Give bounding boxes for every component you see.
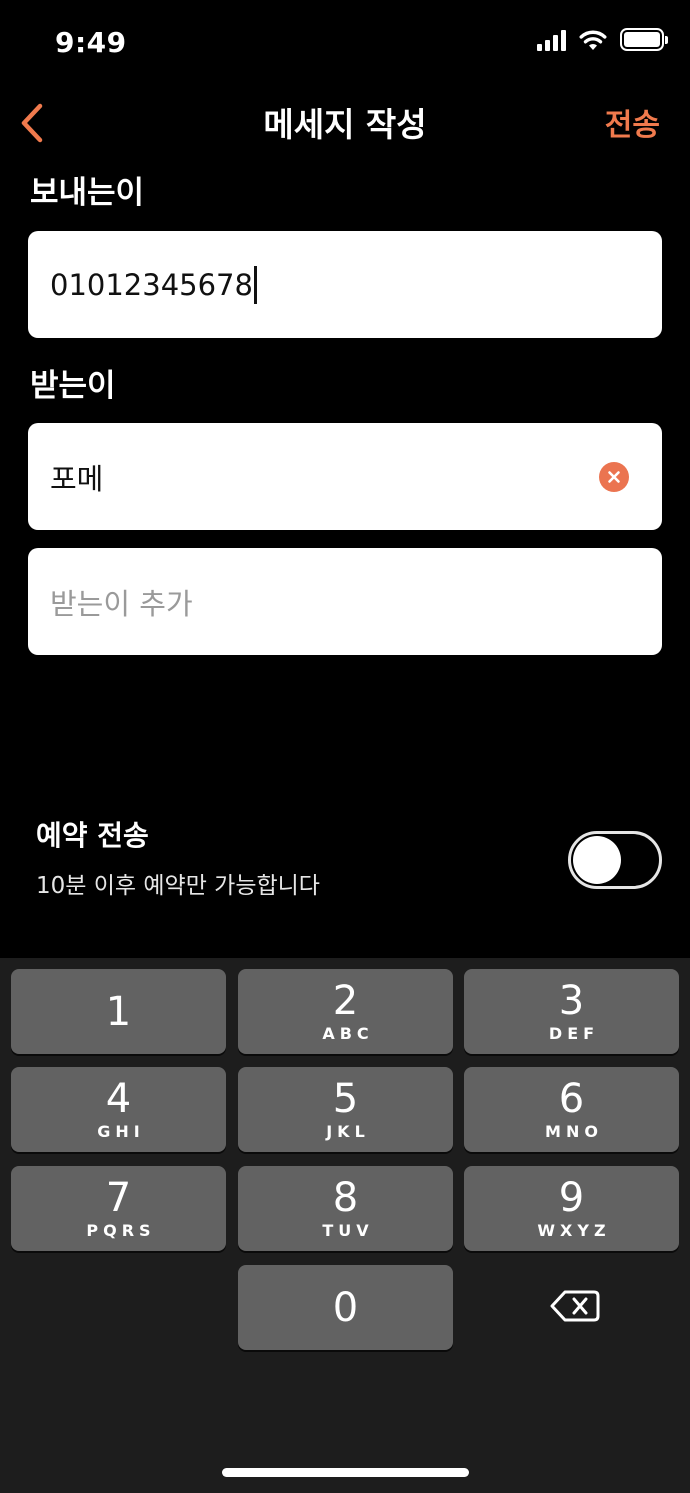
key-digit: 9: [558, 1175, 585, 1221]
battery-icon: [620, 28, 668, 51]
recipient-field[interactable]: 포메: [28, 423, 662, 530]
key-5[interactable]: 5 JKL: [238, 1067, 453, 1152]
cellular-signal-icon: [537, 29, 566, 51]
key-3[interactable]: 3 DEF: [464, 969, 679, 1054]
key-letters: JKL: [326, 1122, 370, 1141]
key-8[interactable]: 8 TUV: [238, 1166, 453, 1251]
key-9[interactable]: 9 WXYZ: [464, 1166, 679, 1251]
wifi-icon: [579, 30, 607, 50]
numeric-keypad: 1 2 ABC 3 DEF 4 GHI 5 JKL 6 MNO 7 PQRS 8…: [0, 958, 690, 1493]
key-digit: 3: [558, 978, 585, 1024]
key-digit: 5: [332, 1076, 359, 1122]
key-digit: 2: [332, 978, 359, 1024]
text-caret: [253, 265, 257, 304]
toggle-knob: [573, 836, 621, 884]
key-digit: 7: [105, 1175, 132, 1221]
scheduled-send-toggle[interactable]: [568, 831, 662, 889]
key-digit: 6: [558, 1076, 585, 1122]
key-7[interactable]: 7 PQRS: [11, 1166, 226, 1251]
key-digit: 8: [332, 1175, 359, 1221]
key-2[interactable]: 2 ABC: [238, 969, 453, 1054]
key-letters: WXYZ: [537, 1221, 611, 1240]
key-digit: 4: [105, 1076, 132, 1122]
scheduled-send-title: 예약 전송: [36, 819, 149, 852]
compose-message-screen: 9:49 메세지 작성 전송 보내는이 01012345678 받는이 포메 받…: [0, 0, 690, 1493]
close-icon: [608, 471, 620, 483]
sender-phone-value: 01012345678: [50, 267, 253, 302]
recipient-label: 받는이: [30, 368, 116, 404]
key-letters: GHI: [97, 1122, 145, 1141]
sender-phone-field[interactable]: 01012345678: [28, 231, 662, 338]
key-1[interactable]: 1: [11, 969, 226, 1054]
clear-recipient-button[interactable]: [599, 462, 629, 492]
scheduled-send-hint: 10분 이후 예약만 가능합니다: [36, 873, 320, 899]
key-0[interactable]: 0: [238, 1265, 453, 1350]
send-button[interactable]: 전송: [605, 100, 660, 144]
status-icons: [537, 28, 668, 51]
key-letters: ABC: [322, 1024, 374, 1043]
page-title: 메세지 작성: [263, 105, 427, 144]
status-time: 9:49: [55, 26, 127, 59]
sender-label: 보내는이: [30, 175, 145, 211]
backspace-icon: [550, 1290, 600, 1322]
key-letters: PQRS: [86, 1221, 156, 1240]
delete-key[interactable]: [547, 1286, 603, 1326]
key-digit: 0: [332, 1284, 359, 1331]
key-letters: MNO: [545, 1122, 603, 1141]
home-indicator: [222, 1468, 469, 1477]
key-letters: TUV: [322, 1221, 374, 1240]
key-4[interactable]: 4 GHI: [11, 1067, 226, 1152]
key-digit: 1: [105, 988, 132, 1035]
add-recipient-input[interactable]: 받는이 추가: [28, 548, 662, 655]
key-letters: DEF: [548, 1024, 600, 1043]
key-6[interactable]: 6 MNO: [464, 1067, 679, 1152]
add-recipient-placeholder: 받는이 추가: [50, 586, 193, 621]
recipient-value: 포메: [50, 461, 104, 496]
